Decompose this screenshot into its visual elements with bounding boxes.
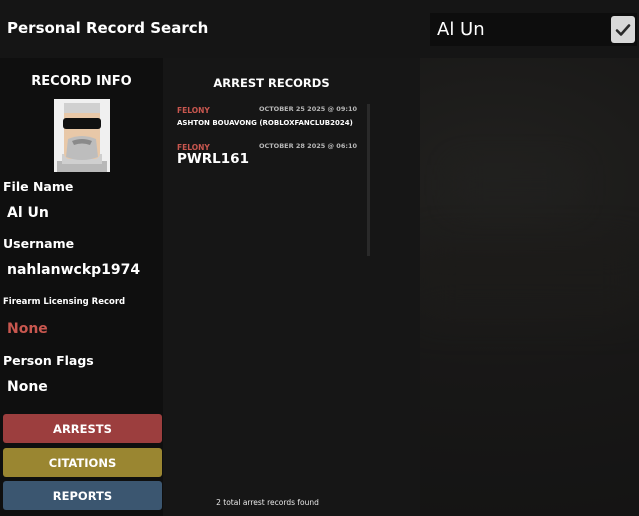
- firearm-license-value: None: [7, 321, 48, 337]
- arrests-button[interactable]: ARRESTS: [3, 414, 162, 443]
- username-value: nahlanwckp1974: [7, 262, 141, 278]
- file-name-value: Al Un: [7, 205, 49, 221]
- page-title: Personal Record Search: [7, 19, 209, 37]
- avatar: [54, 99, 110, 172]
- search-submit-button[interactable]: [611, 16, 635, 43]
- file-name-label: File Name: [3, 179, 74, 194]
- record-description: ASHTON BOUAVONG (ROBLOXFANCLUB2024): [177, 119, 353, 127]
- reports-button[interactable]: REPORTS: [3, 481, 162, 510]
- citations-button[interactable]: CITATIONS: [3, 448, 162, 477]
- checkmark-icon: [615, 23, 631, 36]
- record-description: PWRL161: [177, 151, 249, 167]
- avatar-image: [54, 99, 110, 172]
- records-scrollbar[interactable]: [367, 104, 370, 256]
- arrest-records-heading: ARREST RECORDS: [213, 76, 330, 90]
- record-info-heading: RECORD INFO: [31, 74, 132, 89]
- empty-panel: [420, 58, 639, 516]
- record-date: OCTOBER 25 2025 @ 09:10: [258, 105, 357, 113]
- username-label: Username: [3, 236, 75, 251]
- record-type: FELONY: [177, 106, 210, 115]
- search-input[interactable]: [430, 13, 602, 46]
- record-date: OCTOBER 28 2025 @ 06:10: [258, 142, 357, 150]
- person-flags-label: Person Flags: [3, 353, 94, 368]
- person-flags-value: None: [7, 379, 48, 395]
- records-count: 2 total arrest records found: [216, 498, 319, 507]
- firearm-license-label: Firearm Licensing Record: [3, 297, 126, 307]
- search-box: [430, 13, 637, 46]
